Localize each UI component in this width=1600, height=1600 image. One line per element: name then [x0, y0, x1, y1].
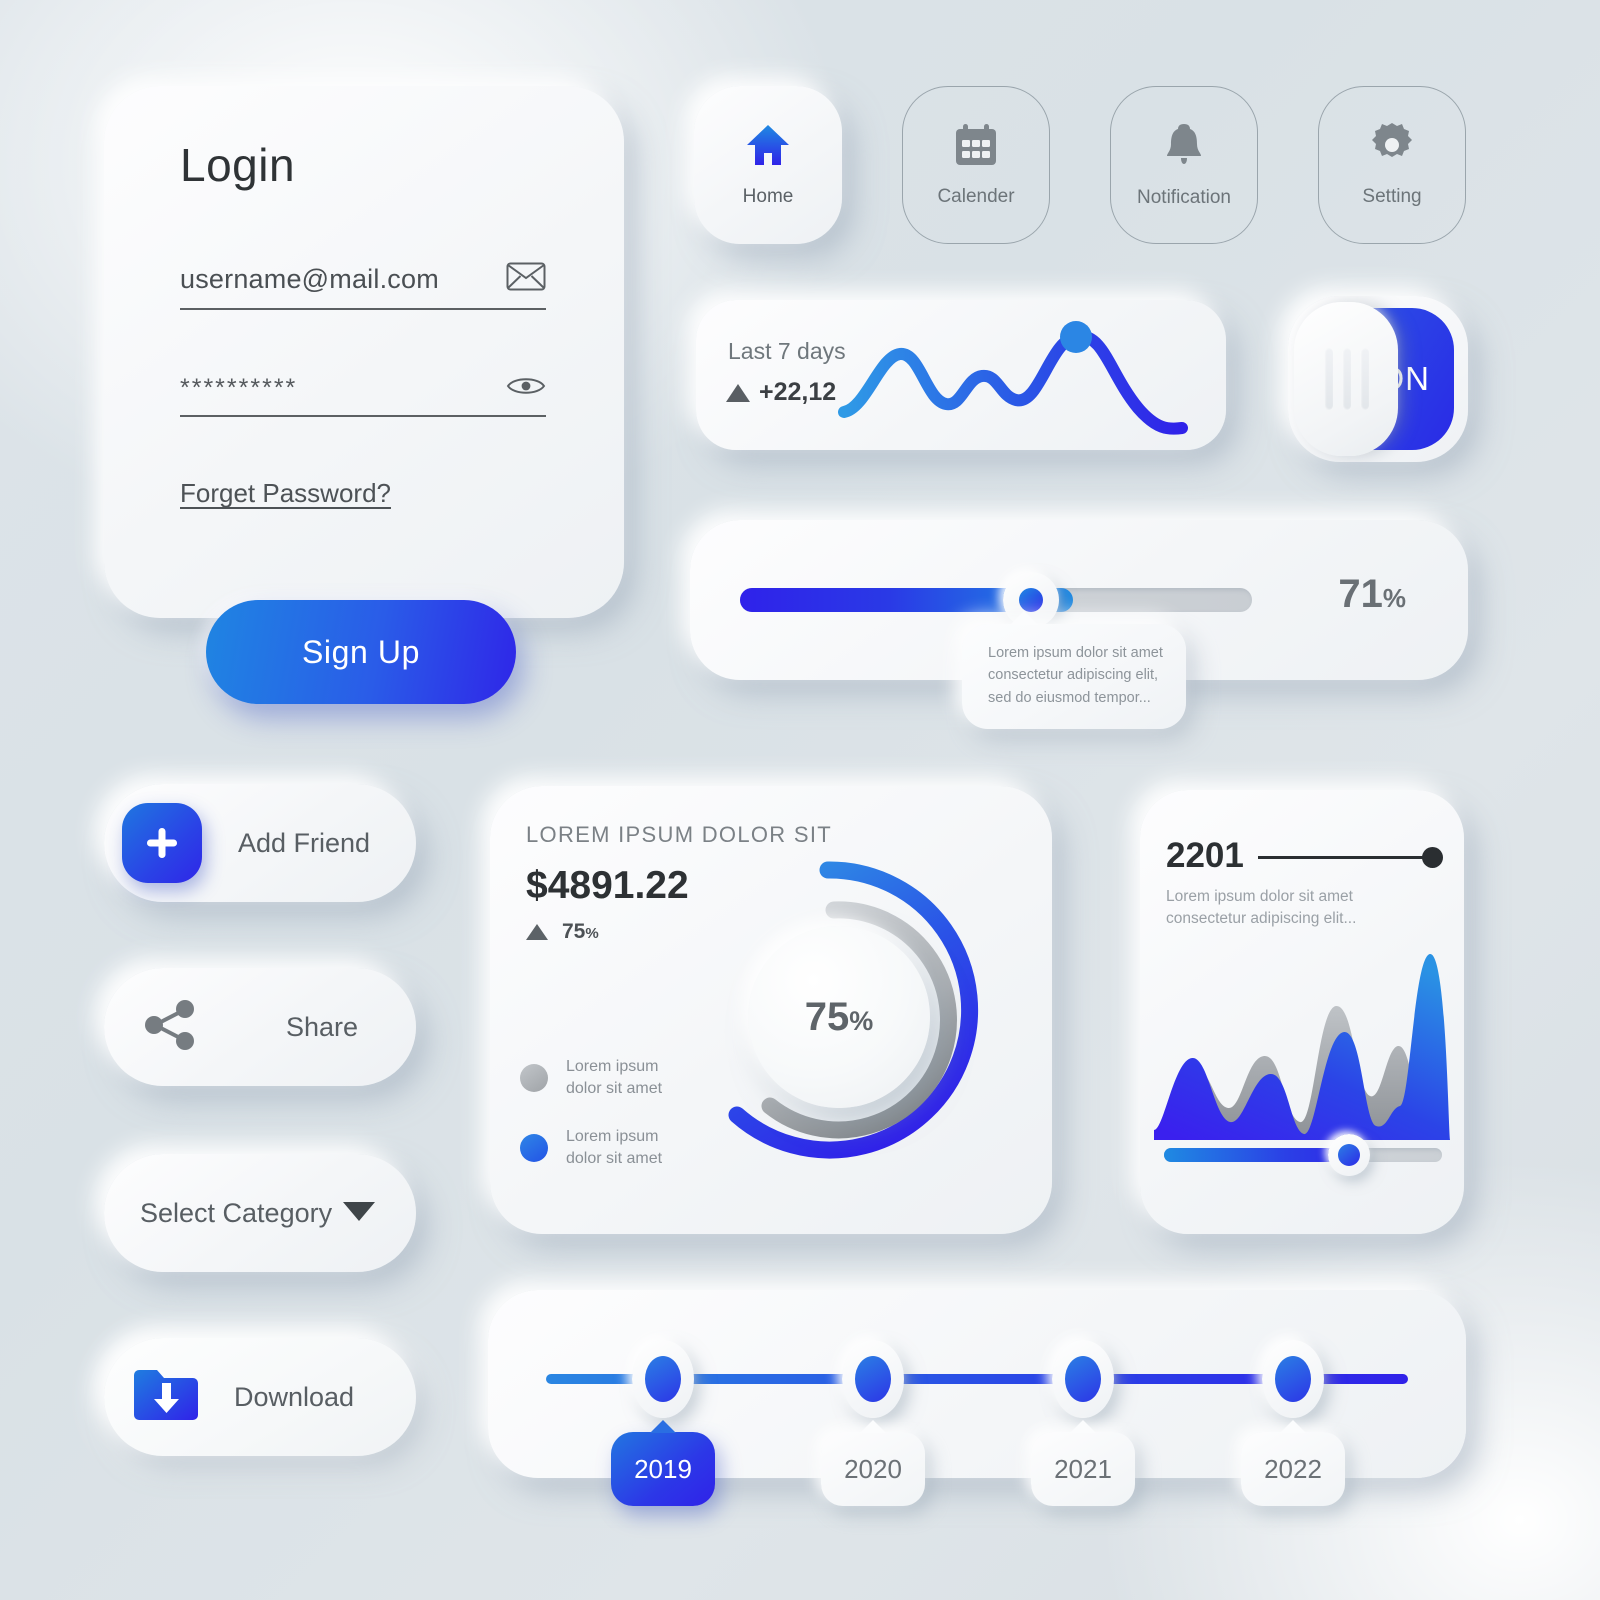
- nav-label-setting: Setting: [1362, 185, 1422, 207]
- wave-area-chart: [1154, 953, 1450, 1140]
- slider-percent-value: 71: [1338, 572, 1383, 616]
- legend-line-2: dolor sit amet: [566, 1079, 663, 1097]
- percent-symbol: %: [849, 1005, 874, 1036]
- wave-value: 2201: [1166, 836, 1244, 875]
- share-button[interactable]: Share: [104, 968, 416, 1086]
- grip-line: [1359, 348, 1369, 410]
- slider-tooltip: Lorem ipsum dolor sit amet consectetur a…: [962, 610, 1186, 730]
- ui-kit-canvas: Login username@mail.com ********** Forge…: [0, 0, 1600, 1600]
- legend-line-1: Lorem ipsum: [566, 1058, 659, 1075]
- chevron-down-icon[interactable]: [342, 1200, 376, 1227]
- nav-item-home[interactable]: Home: [694, 86, 842, 244]
- home-icon: [745, 123, 791, 172]
- trend-sparkline: [838, 321, 1188, 435]
- timeline-chip-2019[interactable]: 2019: [611, 1432, 715, 1506]
- donut-amount: $4891.22: [526, 864, 689, 907]
- wave-card: 2201 Lorem ipsum dolor sit amet consecte…: [1140, 790, 1464, 1234]
- timeline-chip-2022[interactable]: 2022: [1241, 1432, 1345, 1506]
- password-value: **********: [180, 374, 298, 402]
- page-title: Login: [180, 139, 296, 191]
- timeline-card: 2019 2020 2021 2022: [488, 1290, 1466, 1506]
- download-label: Download: [234, 1381, 355, 1412]
- wave-slider-handle[interactable]: [1328, 1134, 1370, 1176]
- legend-line-1: Lorem ipsum: [566, 1128, 659, 1145]
- toggle-knob[interactable]: [1294, 302, 1398, 456]
- signup-button[interactable]: Sign Up: [206, 600, 516, 704]
- timeline-node-2019[interactable]: [632, 1340, 694, 1418]
- donut-center-value: 75%: [805, 995, 874, 1040]
- percent-symbol: %: [585, 925, 599, 942]
- calendar-icon: [954, 123, 998, 172]
- nav-item-setting[interactable]: Setting: [1318, 86, 1466, 244]
- download-button[interactable]: Download: [104, 1338, 416, 1456]
- nav-item-notification[interactable]: Notification: [1110, 86, 1258, 244]
- percent-symbol: %: [1382, 583, 1406, 613]
- legend-text: Lorem ipsum dolor sit amet: [566, 1126, 662, 1169]
- legend-line-2: dolor sit amet: [566, 1149, 663, 1167]
- bell-icon: [1164, 122, 1204, 173]
- timeline-chip-2021[interactable]: 2021: [1031, 1432, 1135, 1506]
- folder-download-icon: [132, 1367, 200, 1428]
- trend-card: Last 7 days +22,12: [696, 300, 1226, 450]
- gear-icon: [1370, 122, 1414, 172]
- password-field[interactable]: **********: [180, 374, 546, 417]
- legend-item: Lorem ipsum dolor sit amet: [520, 1056, 662, 1099]
- toggle-switch[interactable]: ON: [1288, 296, 1468, 462]
- trend-delta: +22,12: [726, 378, 836, 407]
- add-friend-button[interactable]: Add Friend: [104, 784, 416, 902]
- add-friend-label: Add Friend: [238, 827, 371, 858]
- timeline-chip-2020[interactable]: 2020: [821, 1432, 925, 1506]
- triangle-up-icon: [726, 383, 750, 402]
- timeline-node-2022[interactable]: [1262, 1340, 1324, 1418]
- eye-icon[interactable]: [506, 374, 546, 403]
- nav-item-calender[interactable]: Calender: [902, 86, 1050, 244]
- forget-password-link[interactable]: Forget Password?: [180, 478, 391, 509]
- headline-rule: [1258, 856, 1430, 859]
- wave-description: Lorem ipsum dolor sit amet consectetur a…: [1166, 888, 1357, 927]
- wave-slider-track[interactable]: [1164, 1148, 1442, 1162]
- login-card: Login username@mail.com ********** Forge…: [104, 86, 624, 618]
- donut-card: LOREM IPSUM DOLOR SIT $4891.22 75% 75% L…: [490, 786, 1052, 1234]
- triangle-up-icon: [526, 924, 548, 940]
- donut-center-number: 75: [804, 994, 850, 1039]
- select-category-dropdown[interactable]: Select Category: [104, 1154, 416, 1272]
- nav-label-notification: Notification: [1137, 186, 1231, 208]
- trend-title: Last 7 days: [728, 338, 846, 364]
- grip-line: [1341, 348, 1351, 410]
- donut-change-value: 75: [562, 920, 586, 943]
- headline-dot: [1422, 847, 1443, 868]
- select-category-label: Select Category: [140, 1197, 333, 1228]
- grip-line: [1323, 348, 1333, 410]
- nav-label-home: Home: [742, 185, 794, 207]
- timeline-node-2020[interactable]: [842, 1340, 904, 1418]
- donut-change: 75%: [526, 920, 599, 944]
- envelope-icon[interactable]: [506, 262, 546, 296]
- trend-delta-value: +22,12: [759, 378, 837, 406]
- share-label: Share: [286, 1011, 359, 1042]
- donut-center-disc: 75%: [748, 926, 930, 1108]
- legend-dot-blue: [520, 1133, 548, 1162]
- timeline-node-2021[interactable]: [1052, 1340, 1114, 1418]
- nav-label-calender: Calender: [937, 185, 1015, 207]
- legend-dot-gray: [520, 1063, 548, 1092]
- slider-percent-label: 71%: [1338, 572, 1406, 617]
- legend-item: Lorem ipsum dolor sit amet: [520, 1126, 662, 1169]
- plus-icon: [122, 803, 202, 883]
- slider-track[interactable]: [740, 588, 1252, 612]
- legend-text: Lorem ipsum dolor sit amet: [566, 1056, 662, 1099]
- email-value: username@mail.com: [180, 263, 439, 294]
- share-nodes-icon: [142, 999, 198, 1056]
- email-field[interactable]: username@mail.com: [180, 262, 546, 310]
